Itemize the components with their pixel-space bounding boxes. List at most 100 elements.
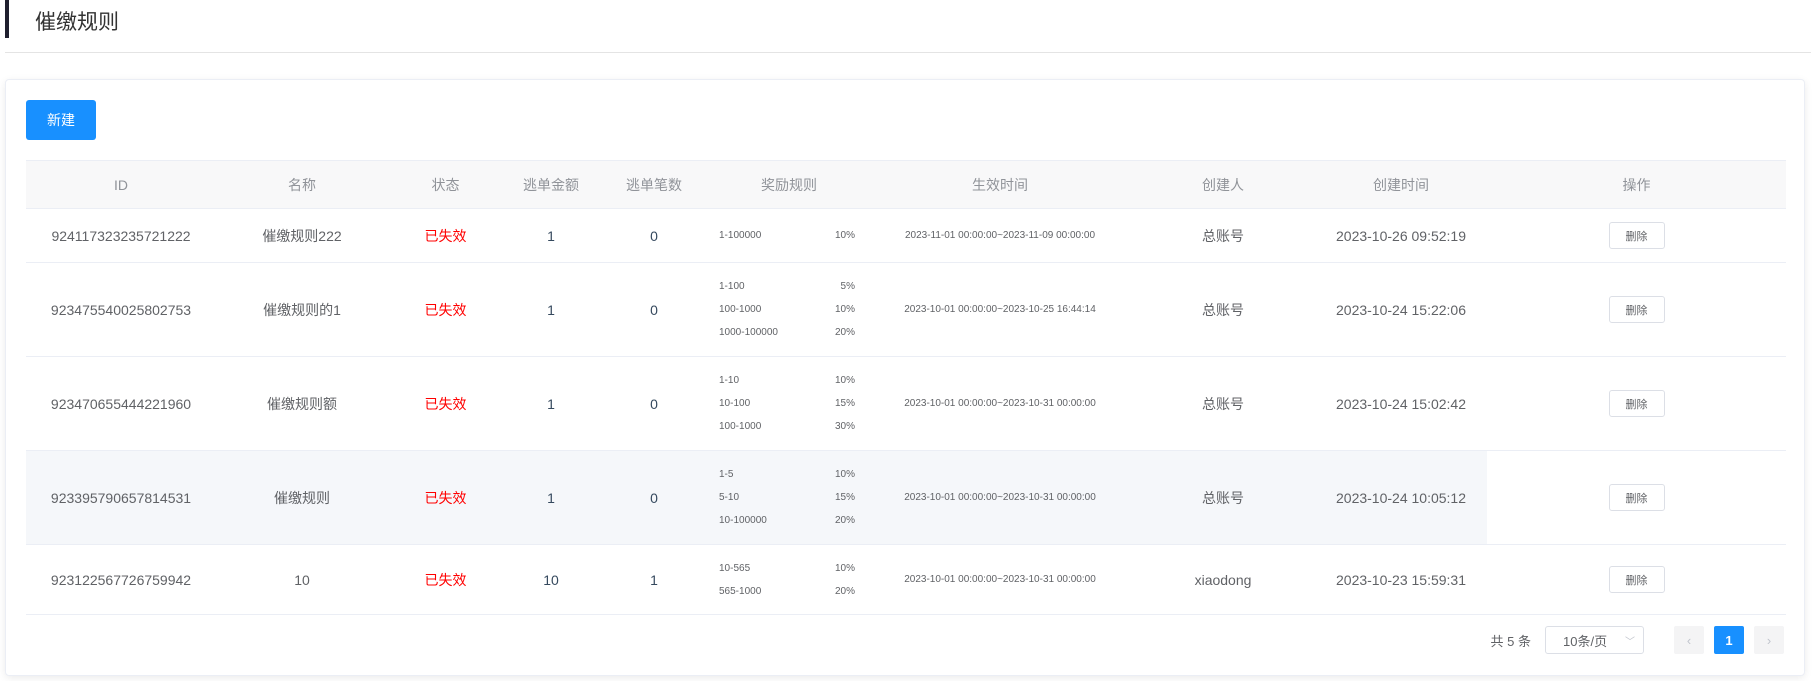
rule-range: 1-10	[719, 375, 740, 386]
table-row: 923475540025802753 催缴规则的1 已失效 1 0 1-100 5…	[26, 262, 1786, 357]
delete-button[interactable]: 删除	[1608, 222, 1665, 249]
page-header: 催缴规则	[5, 0, 1811, 53]
reward-rule: 565-1000 20%	[719, 580, 855, 603]
cell-amount: 1	[503, 208, 599, 263]
cell-reward-rules: 1-5 10% 5-10 15% 10-100000 20%	[709, 450, 869, 545]
rule-rate: 15%	[834, 492, 855, 503]
cell-amount: 1	[503, 450, 599, 545]
status-badge: 已失效	[388, 356, 503, 451]
cell-count: 0	[599, 262, 709, 357]
column-header: 创建时间	[1315, 160, 1487, 209]
reward-rule: 100-1000 30%	[719, 415, 855, 438]
rule-range: 100-1000	[719, 304, 762, 315]
delete-button[interactable]: 删除	[1608, 390, 1665, 417]
reward-rule: 5-10 15%	[719, 486, 855, 509]
cell-amount: 1	[503, 262, 599, 357]
rules-table: ID 名称 状态 逃单金额 逃单笔数 奖励规则 生效时间 创建人 创建时间 操作 92411732…	[26, 160, 1786, 615]
cell-period: 2023-10-01 00:00:00~2023-10-25 16:44:14	[869, 262, 1131, 357]
delete-button[interactable]: 删除	[1608, 484, 1665, 511]
rule-rate: 10%	[834, 304, 855, 315]
cell-reward-rules: 1-100 5% 100-1000 10% 1000-100000 20%	[709, 262, 869, 357]
status-badge: 已失效	[388, 544, 503, 615]
rule-rate: 20%	[834, 515, 855, 526]
cell-id: 923395790657814531	[26, 450, 216, 545]
page-1-button[interactable]: 1	[1714, 626, 1744, 654]
cell-actions: 删除	[1487, 262, 1786, 357]
reward-rule: 1-5 10%	[719, 463, 855, 486]
table-row: 923470655444221960 催缴规则额 已失效 1 0 1-10 10%…	[26, 356, 1786, 451]
reward-rule: 1000-100000 20%	[719, 321, 855, 344]
column-header: 逃单笔数	[599, 160, 709, 209]
delete-button[interactable]: 删除	[1608, 566, 1665, 593]
cell-count: 1	[599, 544, 709, 615]
rule-rate: 20%	[834, 327, 855, 338]
cell-count: 0	[599, 208, 709, 263]
page-size-value: 10条/页	[1563, 633, 1608, 649]
cell-created: 2023-10-24 15:22:06	[1315, 262, 1487, 357]
total-count: 共 5 条	[1490, 633, 1531, 649]
cell-name: 催缴规则额	[216, 356, 388, 451]
column-header: 创建人	[1131, 160, 1315, 209]
cell-name: 催缴规则222	[216, 208, 388, 263]
page-title: 催缴规则	[35, 11, 119, 34]
cell-reward-rules: 10-565 10% 565-1000 20%	[709, 544, 869, 615]
cell-created: 2023-10-26 09:52:19	[1315, 208, 1487, 263]
table-header: ID 名称 状态 逃单金额 逃单笔数 奖励规则 生效时间 创建人 创建时间 操作	[26, 160, 1786, 209]
rule-rate: 10%	[834, 230, 855, 241]
column-header: 奖励规则	[709, 160, 869, 209]
page-size-select[interactable]: 10条/页 ﹀	[1545, 626, 1644, 654]
rule-rate: 30%	[834, 421, 855, 432]
column-header: 生效时间	[869, 160, 1131, 209]
prev-page-button[interactable]: ‹	[1674, 626, 1704, 654]
cell-amount: 10	[503, 544, 599, 615]
cell-id: 923470655444221960	[26, 356, 216, 451]
chevron-down-icon: ﹀	[1625, 636, 1635, 648]
pagination: 共 5 条 10条/页 ﹀ ‹ 1 ›	[1491, 626, 1784, 654]
reward-rule: 1-10 10%	[719, 369, 855, 392]
reward-rule: 10-100000 20%	[719, 509, 855, 532]
next-page-button[interactable]: ›	[1754, 626, 1784, 654]
cell-id: 924117323235721222	[26, 208, 216, 263]
content-card: 新建 ID 名称 状态 逃单金额 逃单笔数 奖励规则 生效时间 创建人 创建时间 操作 92411…	[5, 79, 1805, 676]
reward-rule: 1-100000 10%	[719, 224, 855, 247]
rule-rate: 20%	[834, 585, 855, 597]
cell-creator: 总账号	[1131, 356, 1315, 451]
rule-rate: 5%	[840, 281, 855, 292]
cell-creator: 总账号	[1131, 262, 1315, 357]
reward-rule: 10-100 15%	[719, 392, 855, 415]
cell-created: 2023-10-24 10:05:12	[1315, 450, 1487, 545]
cell-name: 催缴规则的1	[216, 262, 388, 357]
table-row: 923122567726759942 10 已失效 10 1 10-565 10%…	[26, 544, 1786, 615]
cell-name: 10	[216, 544, 388, 615]
rule-range: 5-10	[719, 492, 740, 503]
new-button[interactable]: 新建	[26, 100, 96, 140]
column-header: 状态	[388, 160, 503, 209]
rule-rate: 10%	[834, 469, 855, 480]
cell-id: 923122567726759942	[26, 544, 216, 615]
rule-range: 1-100000	[719, 230, 762, 241]
cell-count: 0	[599, 356, 709, 451]
status-badge: 已失效	[388, 262, 503, 357]
column-header: ID	[26, 160, 216, 209]
rule-rate: 15%	[834, 398, 855, 409]
rule-range: 1000-100000	[719, 327, 778, 338]
status-badge: 已失效	[388, 450, 503, 545]
rule-range: 10-565	[719, 562, 751, 574]
cell-actions: 删除	[1487, 208, 1786, 263]
cell-period: 2023-10-01 00:00:00~2023-10-31 00:00:00	[869, 450, 1131, 545]
rule-range: 1-5	[719, 469, 734, 480]
delete-button[interactable]: 删除	[1608, 296, 1665, 323]
rule-rate: 10%	[834, 375, 855, 386]
cell-actions: 删除	[1487, 544, 1786, 615]
rule-range: 565-1000	[719, 585, 762, 597]
title-accent-bar	[5, 0, 9, 38]
cell-reward-rules: 1-10 10% 10-100 15% 100-1000 30%	[709, 356, 869, 451]
column-header: 操作	[1487, 160, 1786, 209]
cell-actions: 删除	[1487, 450, 1786, 545]
cell-creator: xiaodong	[1131, 544, 1315, 615]
reward-rule: 10-565 10%	[719, 557, 855, 580]
cell-creator: 总账号	[1131, 450, 1315, 545]
cell-actions: 删除	[1487, 356, 1786, 451]
cell-creator: 总账号	[1131, 208, 1315, 263]
rule-rate: 10%	[834, 562, 855, 574]
